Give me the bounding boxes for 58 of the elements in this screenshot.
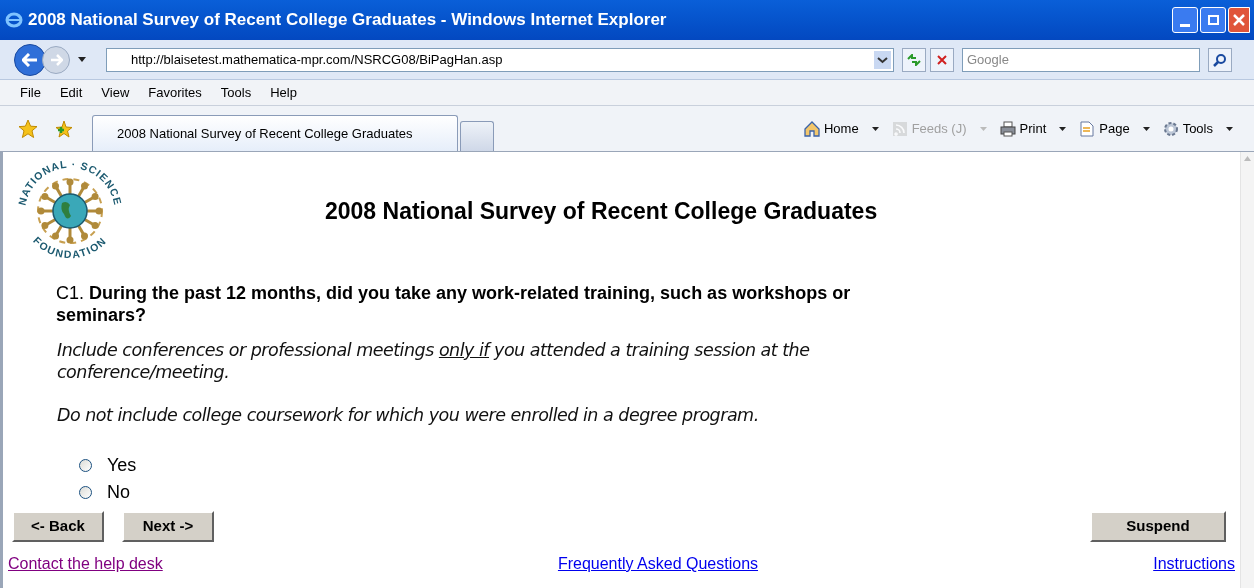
close-button[interactable]	[1228, 7, 1250, 33]
dropdown-caret-icon[interactable]	[874, 50, 891, 69]
search-field[interactable]: Google	[962, 47, 1200, 72]
home-button[interactable]: Home	[799, 119, 882, 139]
page-heading: 2008 National Survey of Recent College Graduates	[325, 196, 878, 226]
suspend-button[interactable]: Suspend	[1090, 511, 1226, 542]
print-button[interactable]: Print	[995, 119, 1070, 139]
menu-item[interactable]: Tools	[220, 82, 252, 103]
option-label: No	[107, 481, 130, 504]
forward-nav-button[interactable]	[42, 45, 70, 74]
feed-icon	[890, 120, 909, 138]
house-icon	[802, 120, 821, 138]
search-button[interactable]	[1208, 47, 1232, 72]
option-label: Yes	[107, 454, 137, 477]
gear-icon	[1161, 120, 1180, 138]
back-nav-button[interactable]	[14, 43, 46, 76]
menu-item[interactable]: View	[101, 82, 130, 103]
close-icon	[1233, 14, 1245, 26]
tools-button[interactable]: Tools	[1158, 119, 1236, 139]
scrollbar[interactable]	[1240, 152, 1254, 588]
caret-icon	[1059, 127, 1067, 131]
stop-button[interactable]	[930, 47, 954, 72]
back-button[interactable]: <- Back	[12, 511, 104, 542]
menu-item[interactable]: File	[20, 82, 41, 103]
link[interactable]: Contact the help desk	[8, 552, 163, 576]
restore-button[interactable]	[1200, 7, 1226, 33]
window-title: 2008 National Survey of Recent College Graduates - Windows Internet Explorer	[28, 9, 667, 32]
caret-icon	[1142, 127, 1150, 131]
refresh-button[interactable]	[902, 47, 926, 72]
refresh-icon	[907, 53, 921, 66]
minimize-button[interactable]	[1172, 7, 1198, 33]
caret-icon	[1226, 127, 1233, 131]
link[interactable]: Frequently Asked Questions	[557, 552, 759, 576]
page-icon	[1078, 120, 1097, 138]
browser-tab[interactable]: 2008 National Survey of Recent College Graduates	[92, 115, 458, 151]
dropdown-caret-icon[interactable]	[78, 57, 86, 62]
stop-icon	[937, 54, 947, 65]
address-field[interactable]: http://blaisetest.mathematica-mpr.com/NSRCG08/BiPagHan.asp	[106, 47, 894, 72]
question-text: C1. During the past 12 months, did you take any work-related training, such as workshops or seminars?	[56, 283, 851, 325]
menu-item[interactable]: Help	[270, 82, 297, 103]
search-icon	[1213, 52, 1227, 67]
add-star-icon[interactable]	[54, 119, 74, 139]
radio-button[interactable]	[79, 459, 92, 472]
next-button[interactable]: Next ->	[122, 511, 214, 542]
caret-icon	[979, 127, 987, 131]
instruction-text: Do not include college coursework for which you were enrolled in a degree program.	[57, 404, 760, 426]
menu-item[interactable]: Edit	[59, 82, 83, 103]
page-button[interactable]: Page	[1075, 119, 1153, 139]
caret-icon	[871, 127, 879, 131]
menu-item[interactable]: Favorites	[148, 82, 202, 103]
star-icon[interactable]	[18, 119, 38, 139]
left-arrow-icon	[22, 52, 38, 67]
new-tab-button[interactable]	[460, 121, 494, 151]
printer-icon	[998, 120, 1017, 138]
browser-logo-icon	[4, 10, 24, 30]
radio-button[interactable]	[79, 486, 92, 499]
link[interactable]: Instructions	[1153, 552, 1235, 576]
right-arrow-icon	[49, 53, 63, 66]
